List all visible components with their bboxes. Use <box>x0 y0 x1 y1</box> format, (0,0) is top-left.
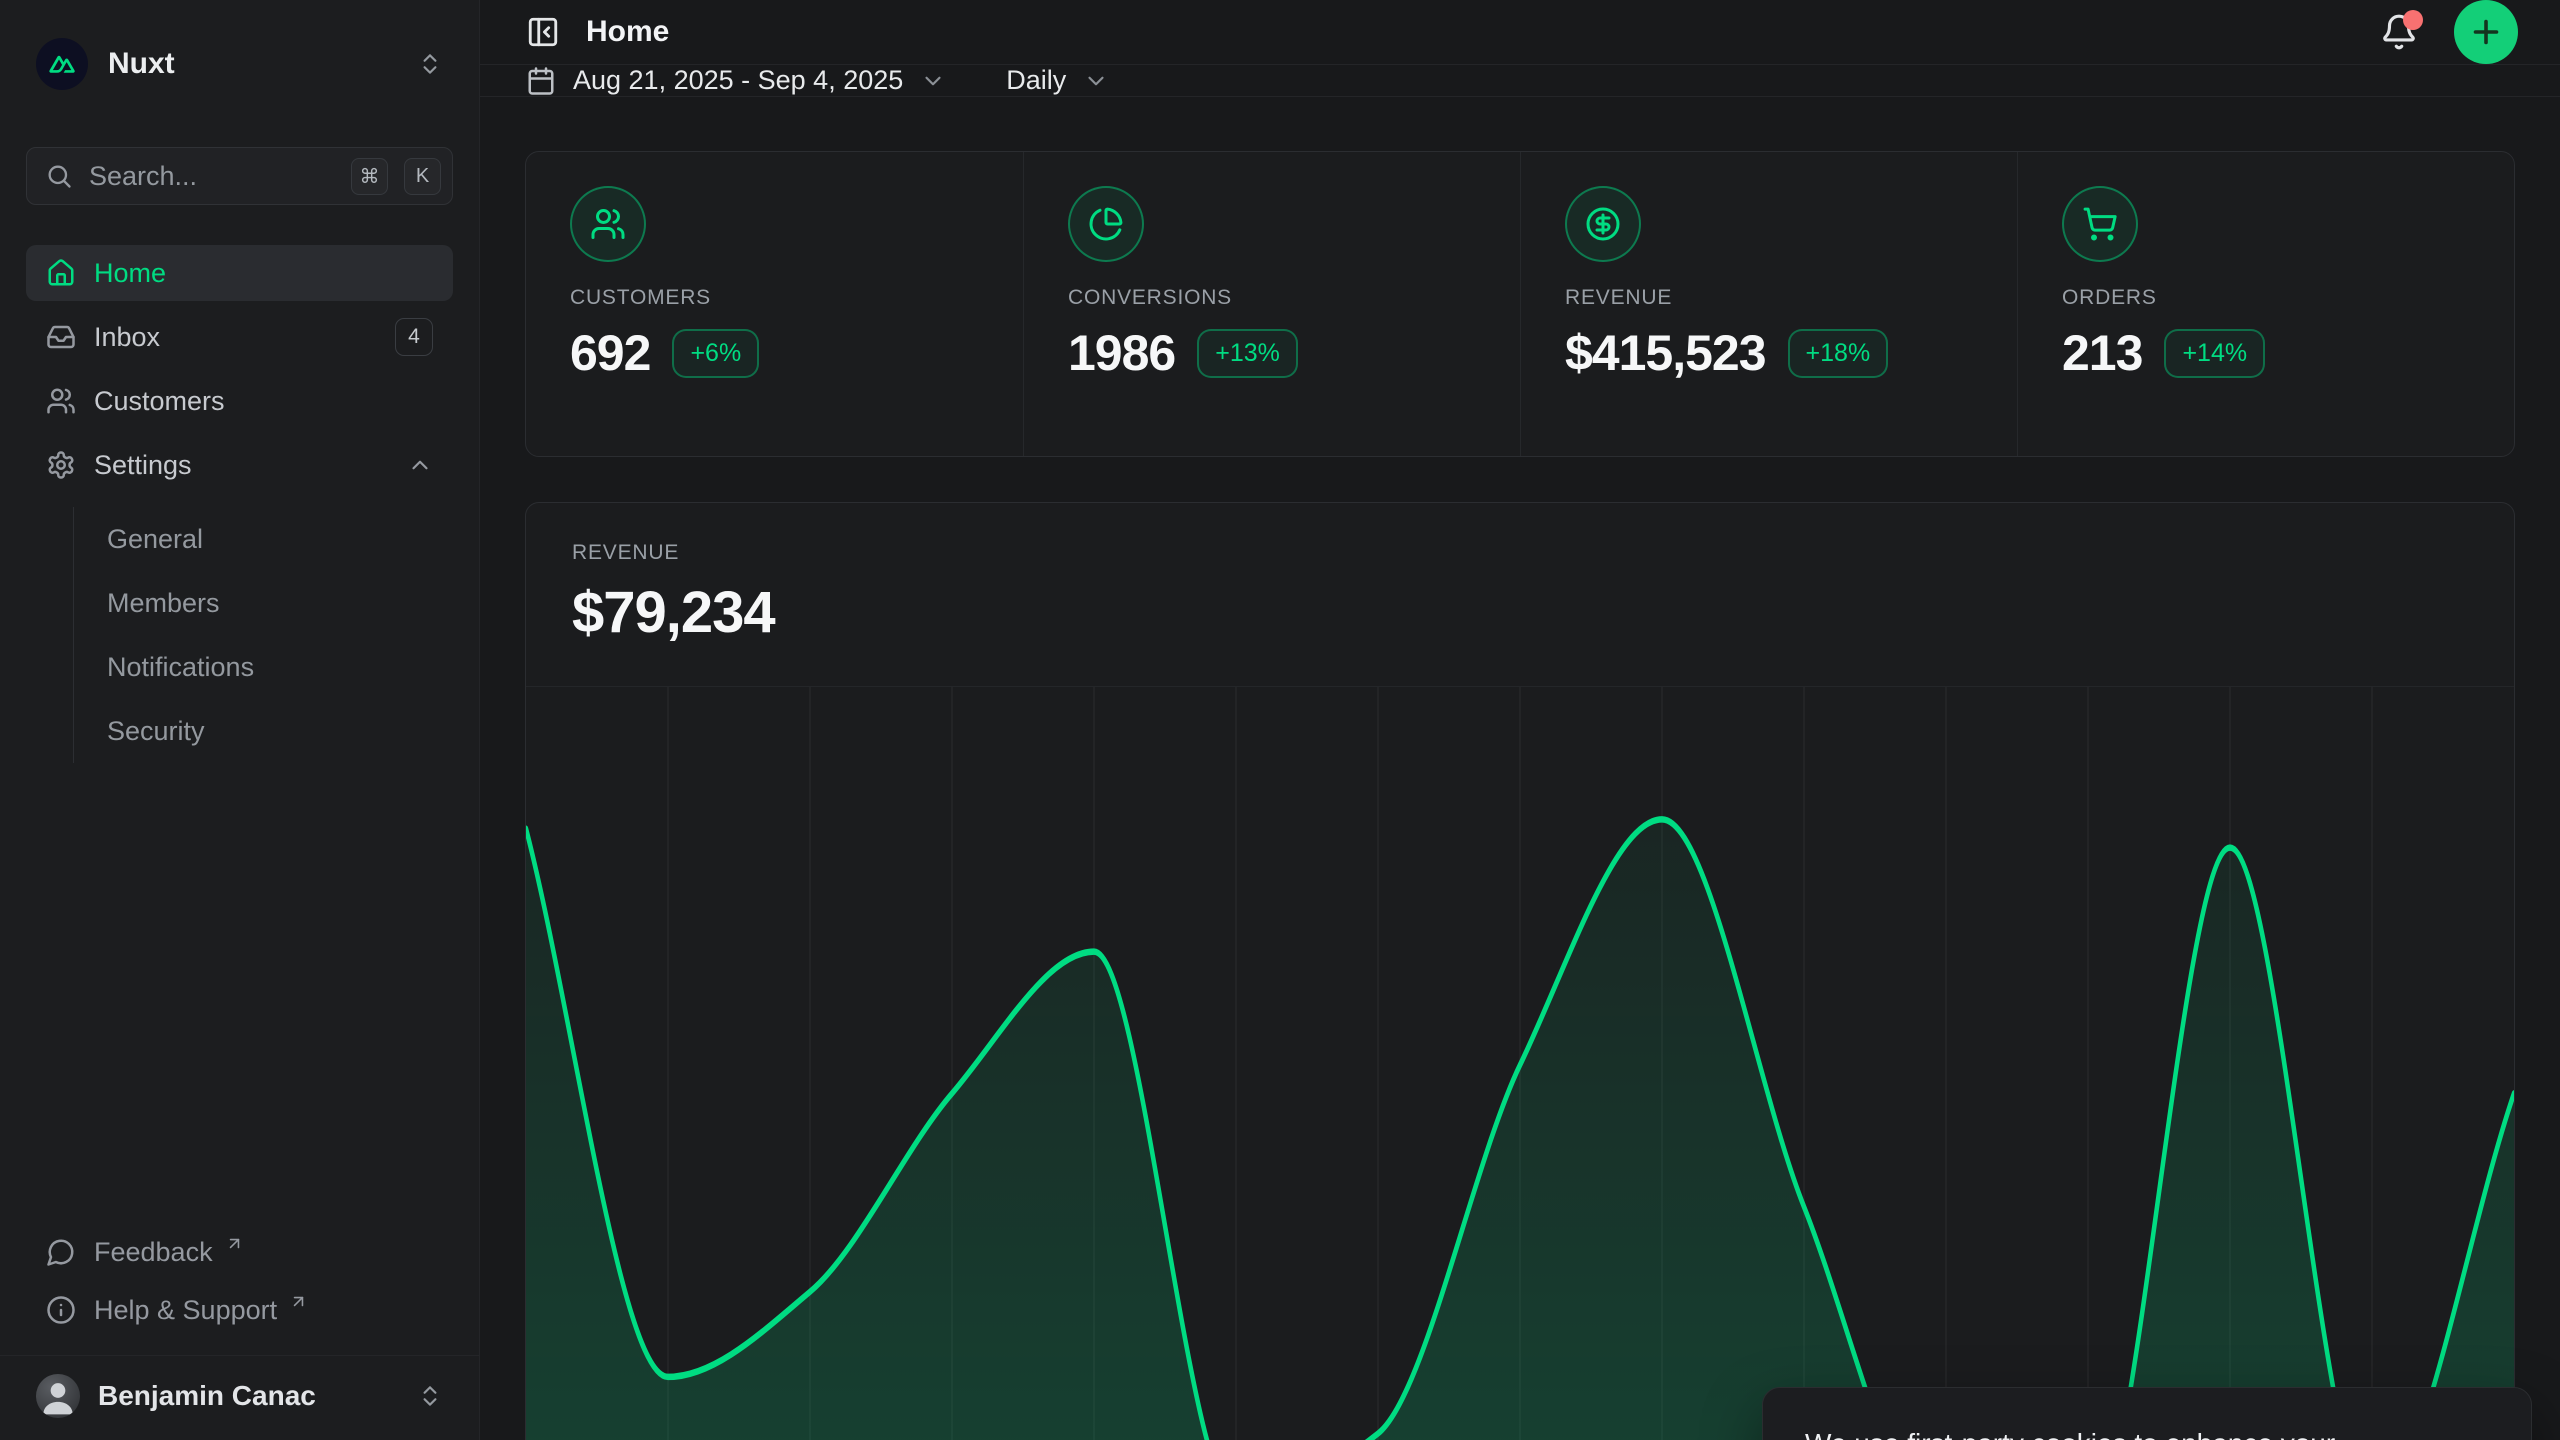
sidebar-collapse-icon[interactable] <box>526 15 560 49</box>
sidebar-item-general[interactable]: General <box>107 507 453 571</box>
avatar <box>36 1374 80 1418</box>
dashboard-content: CUSTOMERS 692 +6% CONVERSIONS 1986 +13% <box>480 97 2560 1440</box>
message-bubble-icon <box>46 1237 76 1267</box>
stat-value: 213 <box>2062 324 2142 382</box>
search-icon <box>45 162 73 190</box>
footer-link-label: Feedback <box>94 1237 213 1268</box>
revenue-chart[interactable] <box>526 687 2514 1440</box>
add-button[interactable] <box>2454 0 2518 64</box>
stat-value: 1986 <box>1068 324 1175 382</box>
feedback-link[interactable]: Feedback <box>26 1223 453 1281</box>
stat-delta-badge: +18% <box>1788 329 1889 378</box>
shopping-cart-icon <box>2082 206 2118 242</box>
footer-link-label: Help & Support <box>94 1295 277 1326</box>
plus-icon <box>2468 14 2504 50</box>
page-title: Home <box>586 15 669 49</box>
sidebar-spacer <box>26 763 453 1223</box>
sidebar-item-label: Customers <box>94 386 225 417</box>
kbd-k: K <box>404 158 441 195</box>
nuxt-logo-icon <box>36 38 88 90</box>
help-support-link[interactable]: Help & Support <box>26 1281 453 1339</box>
stat-customers[interactable]: CUSTOMERS 692 +6% <box>526 152 1023 456</box>
pie-chart-icon <box>1088 206 1124 242</box>
sidebar: Nuxt ⌘ K Home Inbox 4 Customers <box>0 0 480 1440</box>
info-circle-icon <box>46 1295 76 1325</box>
app-window: Nuxt ⌘ K Home Inbox 4 Customers <box>0 0 2560 1440</box>
calendar-icon <box>526 66 556 96</box>
search-field[interactable] <box>89 161 335 192</box>
stat-delta-badge: +14% <box>2164 329 2265 378</box>
chevron-up-icon <box>407 452 433 478</box>
sidebar-nav: Home Inbox 4 Customers Settings General <box>26 245 453 763</box>
sidebar-item-home[interactable]: Home <box>26 245 453 301</box>
external-link-icon <box>289 1292 308 1311</box>
stat-label: REVENUE <box>1565 286 1973 310</box>
page-header: Home <box>480 0 2560 65</box>
stat-conversions[interactable]: CONVERSIONS 1986 +13% <box>1023 152 1520 456</box>
search-input[interactable]: ⌘ K <box>26 147 453 205</box>
chevrons-up-down-icon <box>417 1383 443 1409</box>
stat-label: ORDERS <box>2062 286 2470 310</box>
user-menu[interactable]: Benjamin Canac <box>26 1356 453 1426</box>
external-link-icon <box>225 1234 244 1253</box>
granularity-value: Daily <box>1006 65 1066 96</box>
stat-orders[interactable]: ORDERS 213 +14% <box>2017 152 2514 456</box>
kbd-command: ⌘ <box>351 158 388 195</box>
revenue-chart-card: REVENUE $79,234 <box>525 502 2515 1440</box>
revenue-chart-header: REVENUE $79,234 <box>526 503 2514 686</box>
settings-submenu: General Members Notifications Security <box>73 507 453 763</box>
sidebar-item-inbox[interactable]: Inbox 4 <box>26 309 453 365</box>
sidebar-item-notifications[interactable]: Notifications <box>107 635 453 699</box>
chevrons-up-down-icon <box>417 51 443 77</box>
chevron-down-icon <box>1083 68 1109 94</box>
gear-icon <box>46 450 76 480</box>
stat-value: $415,523 <box>1565 324 1766 382</box>
home-icon <box>46 258 76 288</box>
cookie-banner: We use first-party cookies to enhance yo… <box>1762 1387 2532 1440</box>
sidebar-item-label: Home <box>94 258 166 289</box>
stat-label: CONVERSIONS <box>1068 286 1476 310</box>
filters-toolbar: Aug 21, 2025 - Sep 4, 2025 Daily <box>480 65 2560 97</box>
chevron-down-icon <box>920 68 946 94</box>
user-name: Benjamin Canac <box>98 1380 316 1412</box>
stat-label: CUSTOMERS <box>570 286 979 310</box>
stat-value: 692 <box>570 324 650 382</box>
header-actions <box>2380 0 2518 64</box>
date-range-picker[interactable]: Aug 21, 2025 - Sep 4, 2025 <box>526 65 946 96</box>
granularity-picker[interactable]: Daily <box>1006 65 1109 96</box>
stat-delta-badge: +6% <box>672 329 759 378</box>
circle-dollar-icon <box>1585 206 1621 242</box>
notification-dot <box>2403 10 2423 30</box>
workspace-switcher[interactable]: Nuxt <box>26 28 453 100</box>
sidebar-item-label: Settings <box>94 450 192 481</box>
stat-revenue[interactable]: REVENUE $415,523 +18% <box>1520 152 2017 456</box>
users-icon <box>46 386 76 416</box>
notifications-button[interactable] <box>2380 13 2418 51</box>
main-area: Home Aug 21, 2025 - Sep 4, 2025 <box>480 0 2560 1440</box>
revenue-chart-plot <box>526 686 2514 1440</box>
sidebar-item-security[interactable]: Security <box>107 699 453 763</box>
users-icon <box>590 206 626 242</box>
workspace-name: Nuxt <box>108 47 175 81</box>
date-range-value: Aug 21, 2025 - Sep 4, 2025 <box>573 65 903 96</box>
sidebar-item-label: Inbox <box>94 322 160 353</box>
sidebar-item-members[interactable]: Members <box>107 571 453 635</box>
stats-panel: CUSTOMERS 692 +6% CONVERSIONS 1986 +13% <box>525 151 2515 457</box>
inbox-count-badge: 4 <box>395 318 433 356</box>
sidebar-item-settings[interactable]: Settings <box>26 437 453 493</box>
cookie-message: We use first-party cookies to enhance yo… <box>1805 1424 2455 1440</box>
revenue-chart-total: $79,234 <box>572 579 2468 646</box>
sidebar-item-customers[interactable]: Customers <box>26 373 453 429</box>
inbox-icon <box>46 322 76 352</box>
revenue-chart-label: REVENUE <box>572 541 2468 565</box>
stat-delta-badge: +13% <box>1197 329 1298 378</box>
